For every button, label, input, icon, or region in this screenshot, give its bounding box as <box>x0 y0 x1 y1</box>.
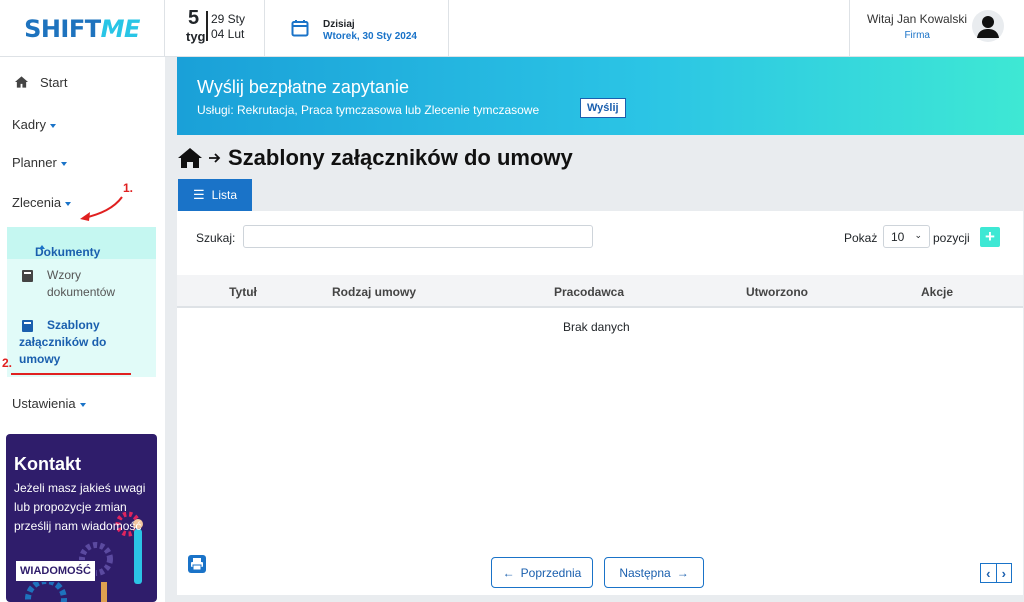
scroll-right-button[interactable]: › <box>995 564 1012 582</box>
today-label: Dzisiaj <box>323 19 355 30</box>
promo-banner: Wyślij bezpłatne zapytanie Usługi: Rekru… <box>177 57 1024 135</box>
column-header-actions: Akcje <box>920 285 954 299</box>
list-icon: ☰ <box>192 187 205 202</box>
top-bar: SHIFT ME 5 tyg 29 Sty 04 Lut Dzisiaj Wtor… <box>0 0 1024 57</box>
caret-down-icon <box>65 201 72 206</box>
search-label: Szukaj: <box>196 231 236 245</box>
items-label: pozycji <box>933 231 970 245</box>
week-number: 5 <box>188 7 200 29</box>
page-heading: Szablony załączników do umowy <box>178 145 573 171</box>
book-icon <box>22 270 33 282</box>
contact-title: Kontakt <box>14 454 81 474</box>
week-end-date: 04 Lut <box>211 27 245 41</box>
week-separator <box>206 11 208 41</box>
week-start-date: 29 Sty <box>211 12 246 26</box>
sidebar-item-planner[interactable]: Planner <box>12 155 67 170</box>
sidebar-group-dokumenty: Dokumenty Wzory dokumentów Szablony załą… <box>7 227 156 377</box>
page-size-value: 10 <box>891 230 905 244</box>
sidebar-item-label: Wzory dokumentów <box>47 268 116 299</box>
sidebar-item-label-line3: umowy <box>19 352 61 366</box>
search-input[interactable] <box>243 225 593 248</box>
home-icon <box>15 76 28 88</box>
next-label: Następna <box>619 565 671 580</box>
banner-subtitle: Usługi: Rekrutacja, Praca tymczasowa lub… <box>197 103 540 117</box>
home-icon[interactable] <box>178 148 202 168</box>
printer-icon <box>191 558 203 571</box>
empty-table-message: Brak danych <box>563 320 630 334</box>
column-header-created[interactable]: Utworzono <box>746 285 808 299</box>
logo[interactable]: SHIFT ME <box>0 0 165 57</box>
show-label: Pokaż <box>844 231 878 245</box>
calendar-icon <box>291 20 309 37</box>
sidebar-item-label: Start <box>40 75 68 90</box>
sidebar-item-label-line2: załączników do <box>19 335 107 349</box>
arrow-right-icon <box>209 153 221 163</box>
user-company: Firma <box>904 30 930 41</box>
sidebar-item-zlecenia[interactable]: Zlecenia <box>12 195 72 210</box>
sidebar-item-kadry[interactable]: Kadry <box>12 117 56 132</box>
today-date: Wtorek, 30 Sty 2024 <box>323 31 417 42</box>
week-indicator: 5 tyg 29 Sty 04 Lut <box>165 0 265 57</box>
sidebar-item-label: Kadry <box>12 117 46 132</box>
previous-page-button[interactable]: ← Poprzednia <box>491 557 593 588</box>
logo-text-me: ME <box>100 14 141 43</box>
chevron-down-icon: ⌄ <box>914 230 922 240</box>
page-title: Szablony załączników do umowy <box>228 145 573 170</box>
sidebar-item-label-line1: Szablony <box>47 318 100 332</box>
caret-down-icon <box>49 123 56 128</box>
sidebar-item-label: Ustawienia <box>12 396 76 411</box>
user-menu[interactable]: Witaj Jan Kowalski Firma <box>849 0 1024 57</box>
logo-text-shift: SHIFT <box>24 14 101 43</box>
sidebar-item-dokumenty[interactable]: Dokumenty <box>7 227 156 259</box>
annotation-step-2: 2. <box>2 356 13 370</box>
sidebar-item-label: Zlecenia <box>12 195 62 210</box>
annotation-underline <box>11 373 131 375</box>
week-label: tyg <box>186 29 206 44</box>
horizontal-scroll-control: ‹ › <box>980 563 1012 583</box>
sidebar-item-label: Planner <box>12 155 57 170</box>
arrow-left-icon: ← <box>502 565 515 580</box>
page-size-select[interactable]: 10 ⌄ <box>883 225 930 248</box>
print-button[interactable] <box>188 555 206 573</box>
table-header: Tytuł Rodzaj umowy Pracodawca Utworzono … <box>177 275 1023 308</box>
banner-title: Wyślij bezpłatne zapytanie <box>197 77 409 97</box>
previous-label: Poprzednia <box>520 565 582 580</box>
contact-panel: Kontakt Jeżeli masz jakieś uwagi lub pro… <box>6 434 157 602</box>
sidebar-item-ustawienia[interactable]: Ustawienia <box>12 396 86 411</box>
column-header-title[interactable]: Tytuł <box>229 285 257 299</box>
tab-lista[interactable]: ☰ Lista <box>178 179 252 211</box>
caret-down-icon <box>79 402 86 407</box>
scroll-left-button[interactable]: ‹ <box>981 564 996 582</box>
contact-text: Jeżeli masz jakieś uwagi lub propozycje … <box>14 481 146 533</box>
today-indicator[interactable]: Dzisiaj Wtorek, 30 Sty 2024 <box>265 0 449 57</box>
next-page-button[interactable]: Następna → <box>604 557 704 588</box>
column-header-contract-type[interactable]: Rodzaj umowy <box>332 285 416 299</box>
add-button[interactable]: + <box>980 227 1000 247</box>
avatar-icon <box>972 10 1004 42</box>
caret-up-icon <box>39 245 45 249</box>
book-icon <box>22 320 33 332</box>
sidebar-item-wzory[interactable]: Wzory dokumentów <box>19 267 144 301</box>
sidebar-item-szablony[interactable]: Szablony załączników do umowy <box>19 317 144 368</box>
column-header-employer[interactable]: Pracodawca <box>554 285 624 299</box>
contact-message-button[interactable]: WIADOMOŚĆ <box>15 560 96 582</box>
banner-send-button[interactable]: Wyślij <box>580 98 626 118</box>
main-card: Szukaj: Pokaż 10 ⌄ pozycji + Tytuł Rodza… <box>177 211 1023 595</box>
annotation-step-1: 1. <box>123 181 134 195</box>
caret-down-icon <box>60 161 67 166</box>
user-greeting: Witaj Jan Kowalski <box>866 12 967 26</box>
tab-label: Lista <box>211 188 237 202</box>
annotation-arrow-icon <box>80 196 123 221</box>
arrow-right-icon: → <box>676 565 689 580</box>
sidebar-item-start[interactable]: Start <box>12 75 67 90</box>
